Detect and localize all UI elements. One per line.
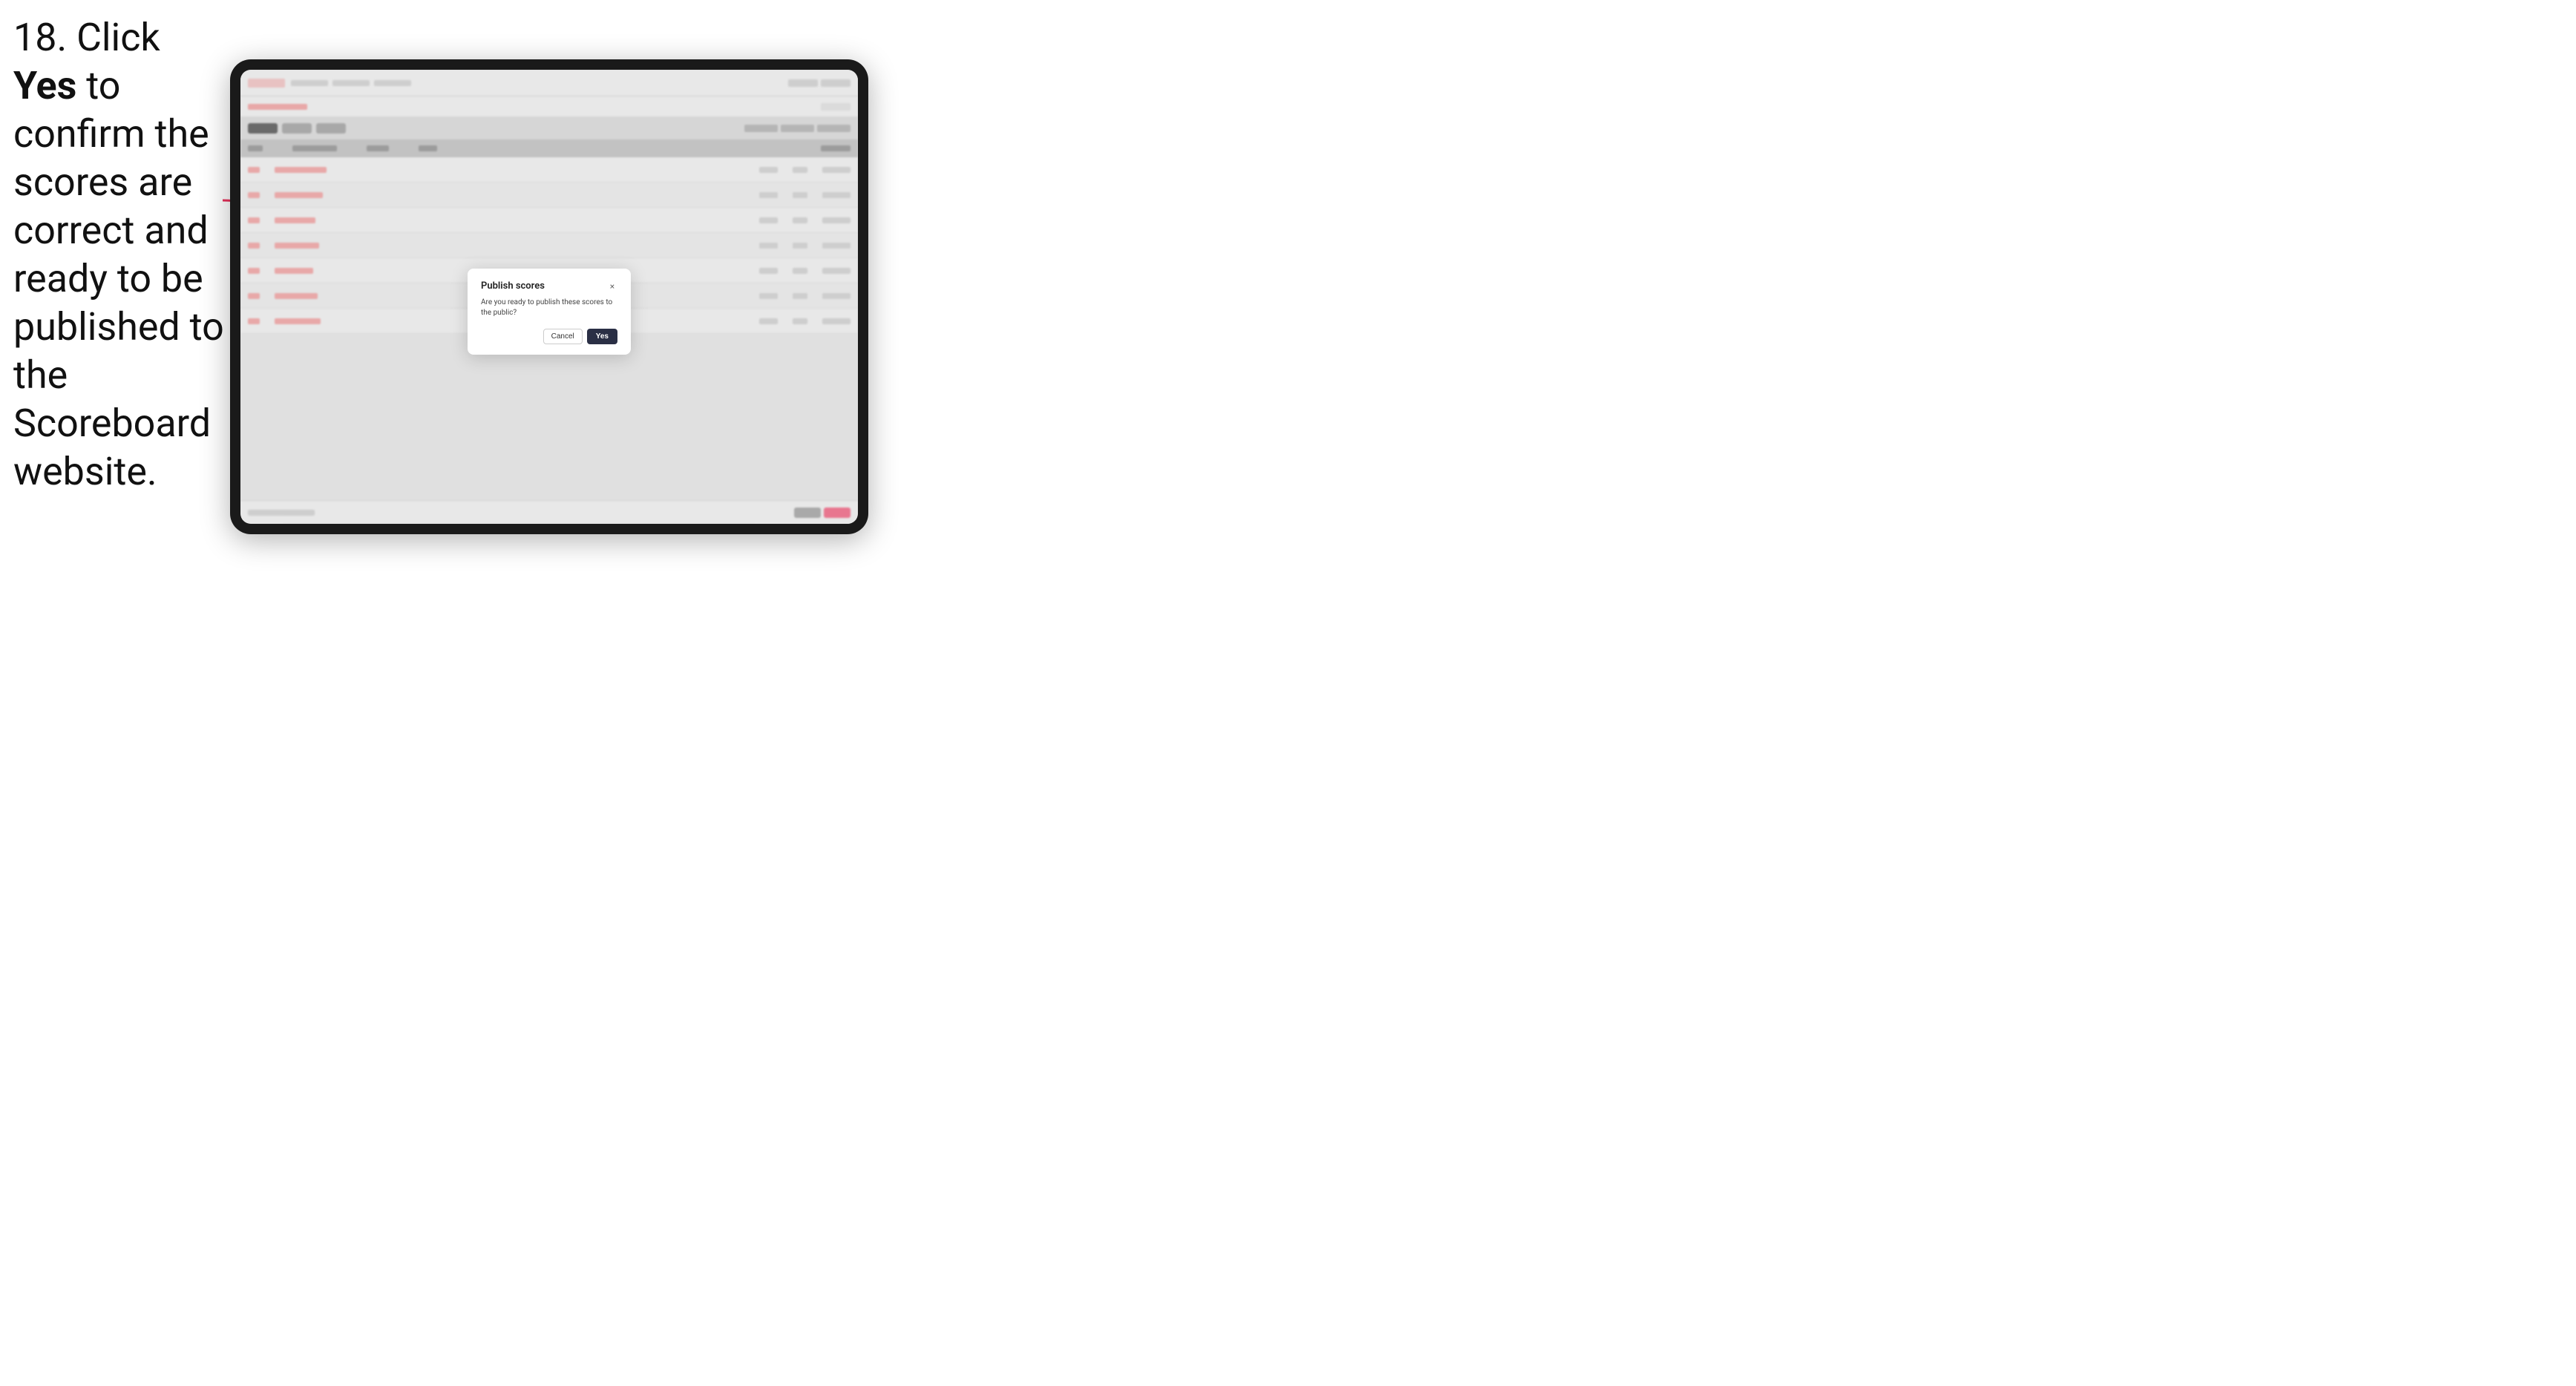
tablet-device: Publish scores × Are you ready to publis…	[230, 59, 868, 534]
dialog-overlay: Publish scores × Are you ready to publis…	[240, 70, 858, 524]
instruction-text-part1: Click	[67, 15, 160, 60]
instruction-text: 18. Click Yes to confirm the scores are …	[13, 13, 229, 496]
instruction-text-part2: to confirm the scores are correct and re…	[13, 63, 224, 494]
dialog-actions: Cancel Yes	[481, 329, 617, 344]
dialog-title: Publish scores	[481, 280, 545, 292]
step-number: 18.	[13, 15, 67, 60]
dialog-body: Are you ready to publish these scores to…	[481, 298, 617, 318]
tablet-screen: Publish scores × Are you ready to publis…	[240, 70, 858, 524]
publish-scores-dialog: Publish scores × Are you ready to publis…	[468, 269, 631, 355]
bold-yes: Yes	[13, 63, 76, 108]
close-icon[interactable]: ×	[607, 281, 617, 292]
yes-button[interactable]: Yes	[587, 329, 617, 344]
dialog-header: Publish scores ×	[481, 280, 617, 292]
cancel-button[interactable]: Cancel	[543, 329, 583, 344]
